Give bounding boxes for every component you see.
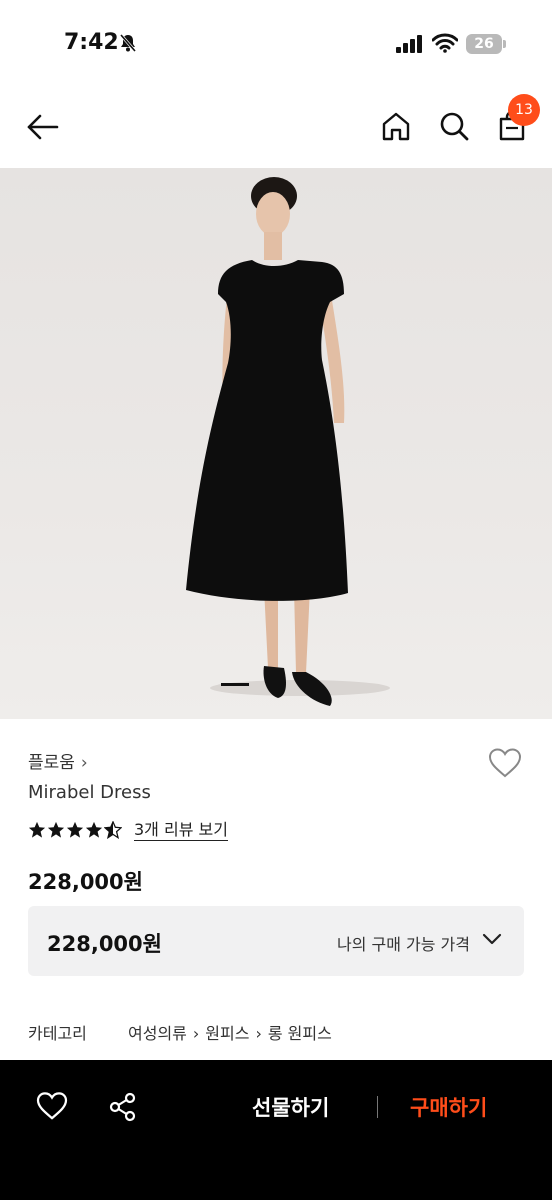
chevron-right-icon: › — [255, 1024, 262, 1043]
wifi-icon — [432, 33, 458, 53]
gift-button[interactable]: 선물하기 — [252, 1092, 329, 1122]
model-in-dress-illustration — [186, 177, 390, 706]
rating-row: 3개 리뷰 보기 — [28, 818, 228, 842]
my-price-label: 나의 구매 가능 가격 — [336, 935, 470, 954]
battery-icon: 26 — [466, 34, 502, 54]
bottom-action-bar: 선물하기 구매하기 — [0, 1060, 552, 1200]
buy-button[interactable]: 구매하기 — [410, 1092, 487, 1122]
category-link[interactable]: 원피스 — [205, 1024, 249, 1043]
share-icon[interactable] — [108, 1092, 138, 1122]
review-link[interactable]: 3개 리뷰 보기 — [134, 820, 228, 841]
carousel-indicator — [221, 683, 249, 686]
divider — [377, 1096, 378, 1118]
chevron-right-icon: › — [80, 753, 88, 773]
product-name: Mirabel Dress — [28, 782, 151, 803]
cart-count-badge: 13 — [508, 94, 540, 126]
status-bar: 7:42 26 — [0, 0, 552, 90]
wishlist-heart-icon[interactable] — [488, 748, 522, 778]
bell-muted-icon — [119, 34, 137, 52]
star-icon — [66, 821, 84, 838]
home-icon[interactable] — [380, 110, 412, 142]
chevron-down-icon — [482, 933, 502, 945]
my-price-value: 228,000원 — [47, 932, 162, 956]
back-arrow-icon[interactable] — [26, 110, 60, 144]
category-link[interactable]: 롱 원피스 — [268, 1024, 332, 1043]
status-time: 7:42 — [64, 30, 119, 55]
star-icon — [47, 821, 65, 838]
category-link[interactable]: 여성의류 — [128, 1024, 187, 1043]
star-icon — [28, 821, 46, 838]
star-rating — [28, 821, 122, 839]
heart-icon[interactable] — [36, 1092, 68, 1120]
product-price: 228,000원 — [28, 870, 143, 894]
search-icon[interactable] — [438, 110, 470, 142]
my-price-dropdown[interactable]: 228,000원 나의 구매 가능 가격 — [28, 906, 524, 976]
battery-tip — [503, 40, 506, 48]
signal-icon — [396, 35, 422, 53]
brand-link[interactable]: 플로움 › — [28, 748, 88, 773]
category-breadcrumb: 여성의류 › 원피스 › 롱 원피스 — [128, 1020, 332, 1044]
half-star-icon — [104, 821, 122, 839]
brand-name: 플로움 — [28, 753, 75, 773]
app-header: 13 — [0, 90, 552, 168]
product-image[interactable] — [0, 168, 552, 719]
star-icon — [85, 821, 103, 838]
chevron-right-icon: › — [192, 1024, 200, 1043]
category-label: 카테고리 — [28, 1024, 87, 1043]
